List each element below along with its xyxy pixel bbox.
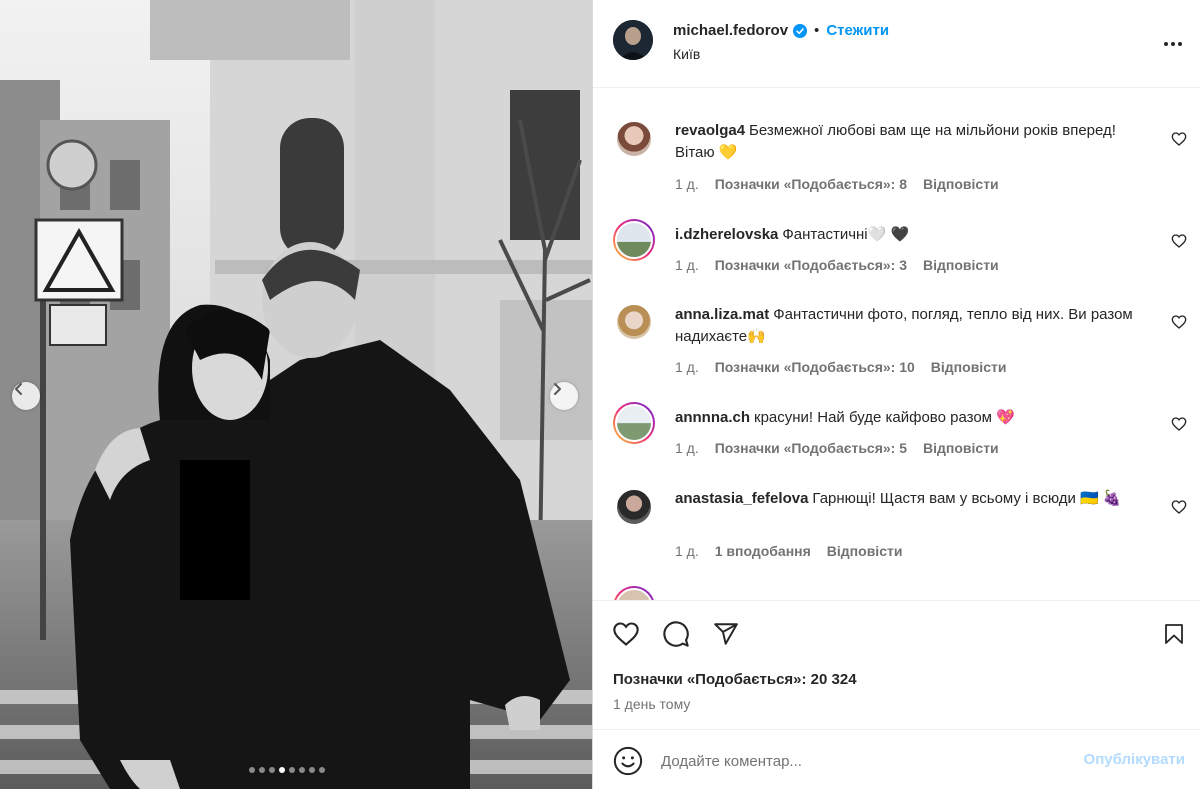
comment-meta: 1 д. 1 вподобання Відповісти	[675, 543, 902, 559]
share-button[interactable]	[711, 619, 741, 649]
comment-meta: 1 д. Позначки «Подобається»: 3 Відповіст…	[675, 257, 999, 273]
reply-button[interactable]: Відповісти	[931, 359, 1007, 375]
follow-button[interactable]: Стежити	[826, 22, 889, 39]
carousel-dot	[259, 767, 265, 773]
comment-username[interactable]: anastasia_fefelova	[675, 490, 808, 507]
post-location[interactable]: Київ	[673, 46, 700, 62]
comment-age[interactable]: 1 д.	[675, 543, 699, 559]
emoji-icon[interactable]	[613, 746, 643, 776]
author-avatar-image	[613, 20, 653, 60]
comment-avatar[interactable]	[613, 586, 655, 600]
comment-likes[interactable]: Позначки «Подобається»: 5	[715, 440, 907, 456]
more-options-button[interactable]	[1161, 32, 1185, 56]
header-separator: •	[814, 22, 820, 39]
comment-likes[interactable]: Позначки «Подобається»: 3	[715, 257, 907, 273]
comment-text: Гарнющі! Щастя вам у всьому і всюди 🇺🇦 🍇	[812, 490, 1122, 507]
comment-icon	[663, 621, 689, 647]
comment-meta: 1 д. Позначки «Подобається»: 10 Відповіс…	[675, 359, 1006, 375]
heart-icon[interactable]	[1171, 416, 1187, 432]
reply-button[interactable]: Відповісти	[827, 543, 903, 559]
reply-button[interactable]: Відповісти	[923, 440, 999, 456]
post-time[interactable]: 1 день тому	[613, 696, 690, 712]
heart-icon[interactable]	[1171, 314, 1187, 330]
author-avatar[interactable]	[613, 20, 653, 60]
more-options-icon	[1164, 42, 1182, 46]
save-button[interactable]	[1159, 619, 1189, 649]
comment-username[interactable]: i.dzherelovska	[675, 226, 778, 243]
publish-button[interactable]: Опублікувати	[1084, 751, 1185, 768]
carousel-dot	[309, 767, 315, 773]
carousel-dot	[299, 767, 305, 773]
reply-button[interactable]: Відповісти	[923, 176, 999, 192]
comment-age[interactable]: 1 д.	[675, 257, 699, 273]
bookmark-icon	[1165, 624, 1183, 644]
comment-avatar[interactable]	[613, 301, 655, 343]
comment-age[interactable]: 1 д.	[675, 359, 699, 375]
comment-meta: 1 д. Позначки «Подобається»: 8 Відповіст…	[675, 176, 999, 192]
carousel-next-button[interactable]	[550, 382, 578, 410]
like-button[interactable]	[611, 619, 641, 649]
comment-avatar[interactable]	[613, 118, 655, 160]
carousel-dot	[319, 767, 325, 773]
carousel-dot	[269, 767, 275, 773]
heart-icon	[613, 622, 639, 646]
comment-age[interactable]: 1 д.	[675, 440, 699, 456]
post-actions: Позначки «Подобається»: 20 324 1 день то…	[593, 600, 1200, 729]
carousel-prev-button[interactable]	[12, 382, 40, 410]
comment-text-block: revaolga4 Безмежної любові вам ще на міль…	[675, 120, 1137, 164]
comment-text: красуни! Най буде кайфово разом 💖	[754, 409, 1015, 426]
chevron-left-icon	[15, 383, 22, 395]
comments-list[interactable]: revaolga4 Безмежної любові вам ще на міль…	[593, 88, 1200, 600]
comment-text-block: anastasia_fefelova Гарнющі! Щастя вам у в…	[675, 488, 1137, 510]
carousel-indicator	[249, 767, 325, 773]
comment-username[interactable]: annnna.ch	[675, 409, 750, 426]
comment-likes[interactable]: 1 вподобання	[715, 543, 811, 559]
comment-text-block: i.dzherelovska Фантастичні🤍 🖤	[675, 224, 1137, 246]
carousel-dot	[289, 767, 295, 773]
carousel-dot	[279, 767, 285, 773]
comment-text-block: annnna.ch красуни! Най буде кайфово разом…	[675, 407, 1137, 429]
post-header: michael.fedorov • Стежити Київ	[593, 0, 1200, 88]
comment-text: Фантастичні🤍 🖤	[782, 226, 910, 243]
heart-icon[interactable]	[1171, 499, 1187, 515]
heart-icon[interactable]	[1171, 233, 1187, 249]
heart-icon[interactable]	[1171, 131, 1187, 147]
comment-username[interactable]: revaolga4	[675, 122, 745, 139]
post-photo[interactable]	[0, 0, 592, 789]
comment-username[interactable]: anna.liza.mat	[675, 306, 769, 323]
comment-button[interactable]	[661, 619, 691, 649]
photo-image	[0, 0, 592, 789]
comment-meta: 1 д. Позначки «Подобається»: 5 Відповіст…	[675, 440, 999, 456]
carousel-dot	[249, 767, 255, 773]
comment-likes[interactable]: Позначки «Подобається»: 10	[715, 359, 915, 375]
comment-avatar[interactable]	[613, 219, 655, 261]
chevron-right-icon	[554, 383, 561, 395]
comment-age[interactable]: 1 д.	[675, 176, 699, 192]
comment-avatar[interactable]	[613, 402, 655, 444]
verified-badge-icon	[793, 23, 808, 38]
post-details-panel: michael.fedorov • Стежити Київ revaolga4…	[592, 0, 1200, 789]
add-comment-bar: Опублікувати	[593, 729, 1200, 789]
reply-button[interactable]: Відповісти	[923, 257, 999, 273]
comment-likes[interactable]: Позначки «Подобається»: 8	[715, 176, 907, 192]
author-username[interactable]: michael.fedorov	[673, 22, 788, 39]
likes-count[interactable]: Позначки «Подобається»: 20 324	[613, 671, 857, 688]
comment-avatar[interactable]	[613, 486, 655, 528]
comment-text-block: anna.liza.mat Фантастични фото, погляд, т…	[675, 304, 1137, 348]
comment-input[interactable]	[661, 748, 1061, 774]
share-icon	[714, 623, 738, 645]
